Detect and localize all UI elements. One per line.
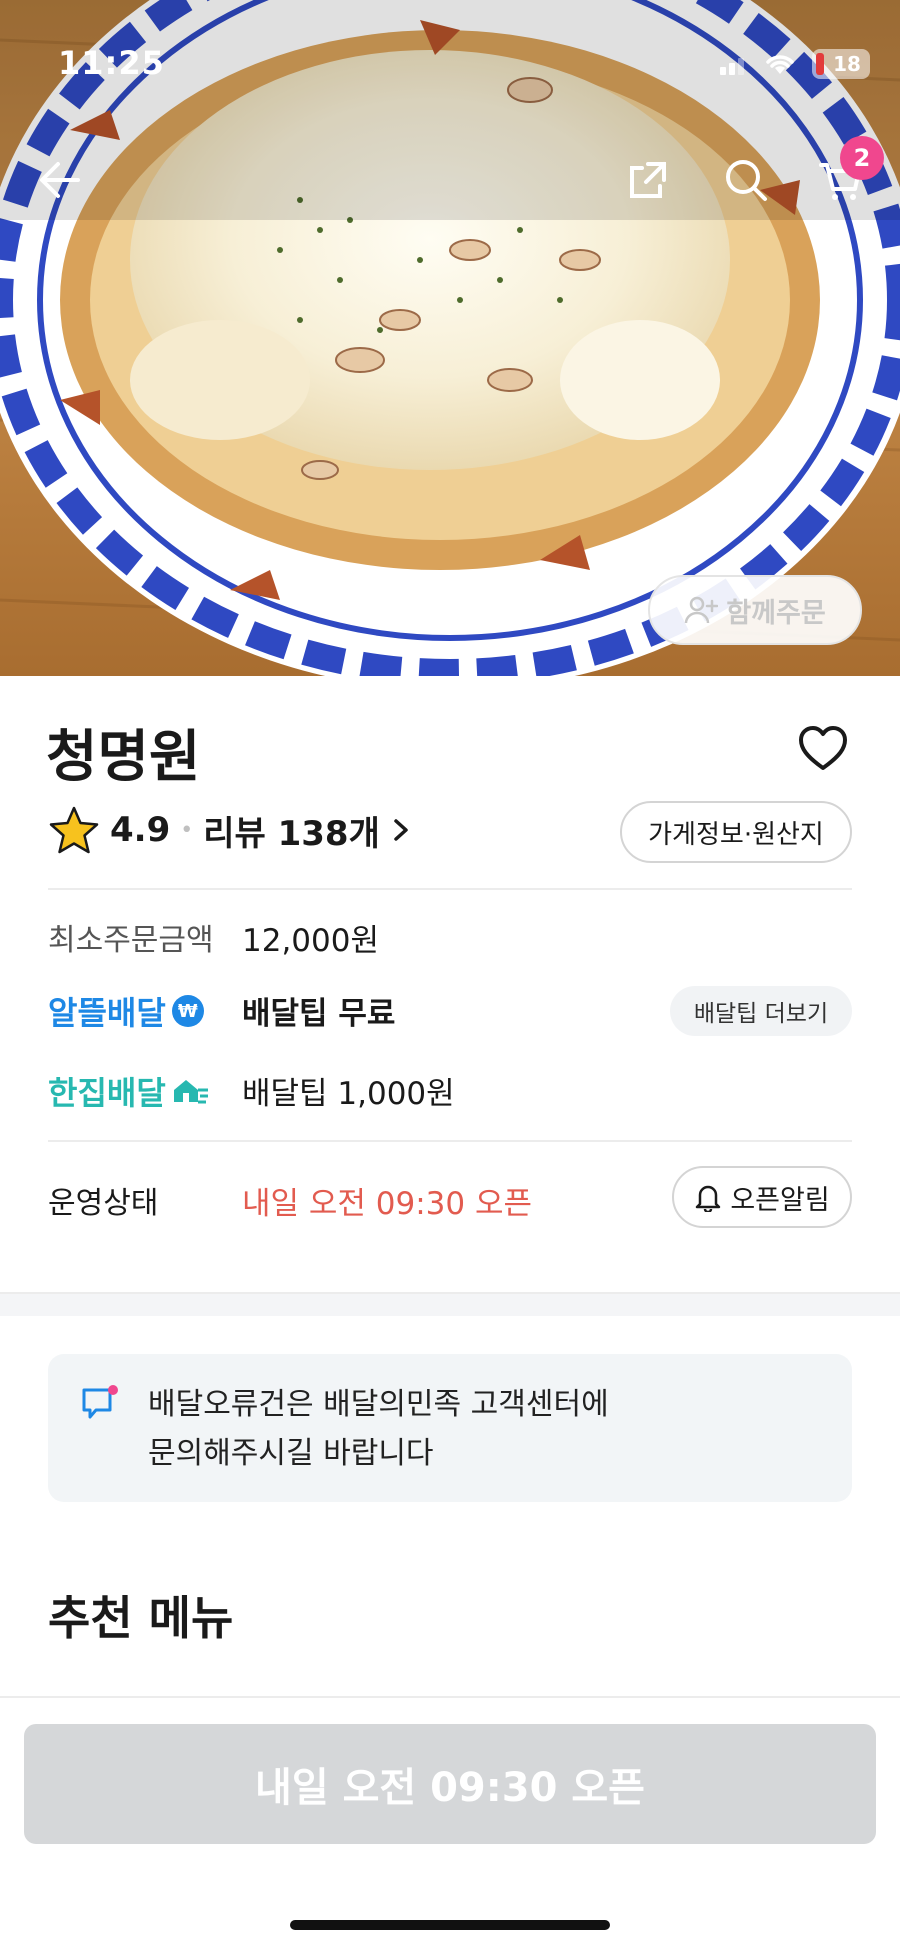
alddeul-delivery-value: 배달팁 무료: [242, 996, 396, 1032]
house-speed-icon: [173, 1080, 208, 1104]
status-bar: 11:25 18: [0, 0, 900, 130]
back-arrow-icon: [40, 162, 80, 198]
star-icon: [49, 806, 99, 854]
notice-text: 배달오류건은 배달의민족 고객센터에 문의해주시길 바랍니다: [148, 1380, 609, 1478]
hanjip-delivery-value: 배달팁 1,000원: [242, 1076, 455, 1112]
home-indicator[interactable]: [290, 1920, 610, 1930]
notice-line-2: 문의해주시길 바랍니다: [148, 1436, 434, 1471]
store-name: 청명원: [46, 725, 201, 790]
add-person-icon: [685, 596, 719, 624]
tip-more-button[interactable]: 배달팁 더보기: [670, 986, 852, 1036]
share-icon: [630, 162, 666, 198]
operation-status-label: 운영상태: [48, 1186, 159, 1221]
notice-line-1: 배달오류건은 배달의민족 고객센터에: [148, 1387, 609, 1422]
open-alarm-label: 오픈알림: [730, 1184, 830, 1216]
status-time: 11:25: [58, 44, 165, 82]
section-separator: [0, 1292, 900, 1316]
operation-status-value: 내일 오전 09:30 오픈: [242, 1186, 533, 1222]
message-icon: [82, 1385, 118, 1419]
share-button[interactable]: [618, 150, 678, 210]
alddeul-label-text: 알뜰배달: [48, 994, 166, 1032]
search-button[interactable]: [716, 150, 776, 210]
signal-icon: [720, 58, 744, 75]
back-button[interactable]: [30, 150, 90, 210]
min-order-value: 12,000원: [242, 923, 379, 959]
heart-icon: [799, 726, 847, 770]
battery-indicator: 18: [812, 49, 870, 79]
divider: [48, 1140, 852, 1142]
status-icons: 18: [718, 48, 870, 80]
min-order-label: 최소주문금액: [48, 923, 214, 958]
favorite-button[interactable]: [796, 722, 850, 776]
chevron-right-icon: [394, 819, 408, 841]
alddeul-delivery-label: 알뜰배달 ₩: [48, 988, 204, 1034]
together-order-label: 함께주문: [726, 597, 826, 629]
bottom-bar: 내일 오전 09:30 오픈: [0, 1696, 900, 1948]
separator-dot: •: [180, 817, 194, 843]
battery-level: 18: [833, 52, 861, 76]
open-time-button[interactable]: 내일 오전 09:30 오픈: [24, 1724, 876, 1844]
hanjip-label-text: 한집배달: [48, 1074, 166, 1112]
cart-count-badge: 2: [840, 136, 884, 180]
delivery-error-notice: 배달오류건은 배달의민족 고객센터에 문의해주시길 바랍니다: [48, 1354, 852, 1502]
open-alarm-button[interactable]: 오픈알림: [672, 1166, 852, 1228]
recommended-menu-title: 추천 메뉴: [48, 1591, 234, 1645]
rating-row[interactable]: 4.9 • 리뷰 138개: [48, 800, 412, 860]
search-icon: [726, 160, 767, 201]
wifi-icon: [766, 55, 794, 74]
won-badge-icon: ₩: [171, 995, 204, 1027]
hanjip-delivery-label: 한집배달: [48, 1068, 210, 1114]
together-order-button[interactable]: 함께주문: [648, 575, 862, 645]
bell-icon: [696, 1185, 721, 1212]
rating-value: 4.9: [110, 810, 171, 850]
store-hero-image: 11:25 18 2 함께주문: [0, 0, 900, 676]
divider: [48, 888, 852, 890]
store-info-button[interactable]: 가게정보·원산지: [620, 801, 852, 863]
review-count-link[interactable]: 리뷰 138개: [203, 806, 380, 855]
